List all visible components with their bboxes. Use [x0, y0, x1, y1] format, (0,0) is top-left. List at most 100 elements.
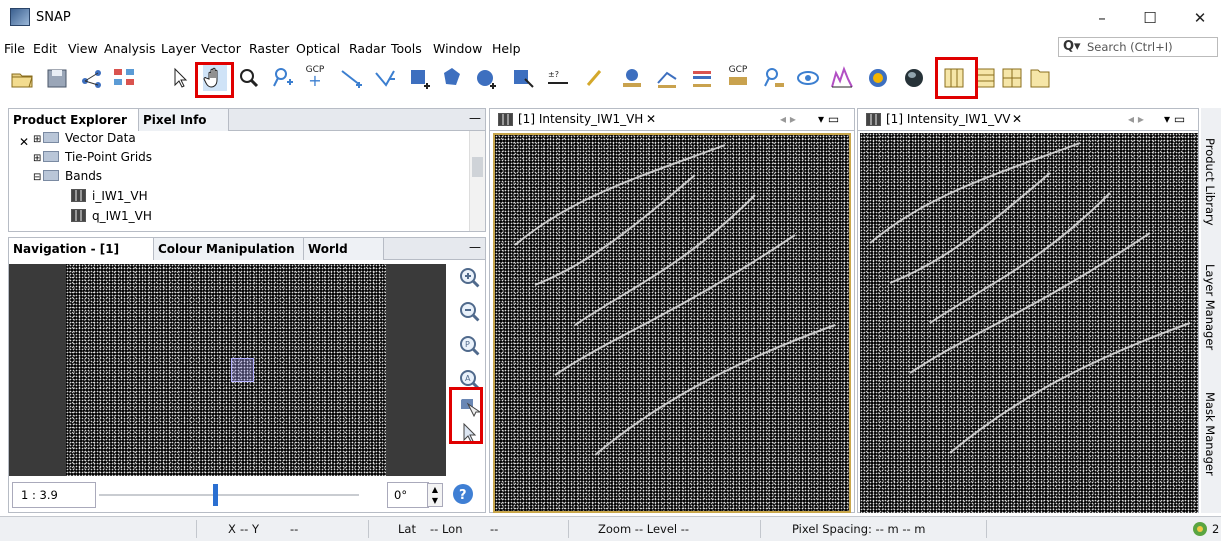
draw-polyline-icon[interactable] — [374, 65, 398, 91]
menu-view[interactable]: View — [68, 41, 98, 56]
overview-eye-icon[interactable] — [796, 65, 820, 91]
close-product-explorer-icon[interactable]: ✕ — [19, 135, 29, 149]
status-x-label: X — [228, 522, 236, 536]
tree-item-vector-data[interactable]: ⊞ Vector Data — [33, 131, 136, 145]
graph-builder-icon[interactable] — [80, 65, 104, 91]
sidebar-mask-manager[interactable]: Mask Manager — [1203, 392, 1217, 476]
close-window-button[interactable]: ✕ — [1185, 6, 1215, 30]
image-view-vh-tab[interactable]: [1] Intensity_IW1_VH ✕ ◂ ▸ ▾ ▭ — [490, 109, 854, 131]
tree-item-band-q[interactable]: q_IW1_VH — [71, 209, 152, 223]
tab-pixel-info[interactable]: Pixel Info — [139, 109, 229, 131]
notification-icon[interactable] — [1192, 521, 1208, 537]
draw-polygon-icon[interactable] — [440, 65, 464, 91]
rotation-spinner[interactable]: ▲ ▼ — [427, 483, 443, 507]
open-folder-icon — [43, 170, 59, 181]
menu-edit[interactable]: Edit — [33, 41, 57, 56]
zoom-out-icon[interactable] — [458, 300, 482, 324]
navigation-tabs: Navigation - [1] In... ✕ Colour Manipula… — [9, 238, 485, 278]
status-lat-value: -- Lon — [430, 522, 463, 536]
draw-ellipse-icon[interactable] — [474, 65, 498, 91]
visible-area-box[interactable] — [231, 358, 254, 382]
globe-icon[interactable] — [902, 65, 926, 91]
tile-grid-icon[interactable] — [1000, 65, 1024, 91]
gcp-tool-icon[interactable]: GCP + — [303, 65, 327, 91]
histogram-icon[interactable] — [830, 65, 854, 91]
pin-placing-icon[interactable] — [762, 65, 786, 91]
product-explorer-scrollbar[interactable] — [469, 131, 485, 231]
tree-item-band-i[interactable]: i_IW1_VH — [71, 189, 148, 203]
menu-optical[interactable]: Optical — [296, 41, 340, 56]
range-finder-icon[interactable]: ±? — [546, 65, 570, 91]
zoom-in-icon[interactable] — [458, 266, 482, 290]
zoom-slider-thumb[interactable] — [213, 484, 219, 506]
status-separator — [368, 520, 369, 538]
status-separator — [568, 520, 569, 538]
menu-window[interactable]: Window — [433, 41, 482, 56]
zoom-pixel-icon[interactable]: P — [458, 334, 482, 358]
menu-file[interactable]: File — [4, 41, 25, 56]
search-input[interactable]: Search (Ctrl+I) — [1087, 40, 1173, 54]
menu-help[interactable]: Help — [492, 41, 521, 56]
zoom-tool-icon[interactable] — [237, 65, 261, 91]
rotation-field[interactable]: 0° — [387, 482, 429, 508]
minimize-window-button[interactable]: – — [1087, 6, 1117, 30]
window-title: SNAP — [36, 10, 71, 25]
svg-text:?: ? — [459, 488, 467, 503]
draw-rectangle-icon[interactable] — [408, 65, 432, 91]
menu-radar[interactable]: Radar — [349, 41, 386, 56]
status-bar: X -- Y -- Lat -- Lon -- Zoom -- Level --… — [0, 516, 1221, 541]
highlight-sync-buttons — [449, 387, 483, 444]
help-icon[interactable]: ? — [452, 483, 474, 505]
sidebar-product-library[interactable]: Product Library — [1203, 138, 1217, 226]
menu-analysis[interactable]: Analysis — [104, 41, 156, 56]
tab-colour-manipulation[interactable]: Colour Manipulation ... — [154, 238, 304, 278]
scroll-tabs-icon[interactable]: ◂ ▸ — [1128, 112, 1144, 126]
band-icon — [498, 113, 513, 126]
minimize-product-explorer-icon[interactable]: — — [469, 111, 481, 125]
sar-image-vh[interactable] — [493, 133, 851, 513]
band-icon — [71, 189, 86, 202]
mask-area-icon[interactable] — [655, 65, 679, 91]
batch-processing-icon[interactable] — [112, 65, 136, 91]
menu-raster[interactable]: Raster — [249, 41, 289, 56]
scrollbar-thumb[interactable] — [472, 157, 483, 177]
save-product-icon[interactable] — [45, 65, 69, 91]
tab-product-explorer[interactable]: Product Explorer ✕ — [9, 109, 139, 149]
zoom-scale-field[interactable]: 1 : 3.9 — [12, 482, 96, 508]
svg-text:±?: ±? — [548, 70, 559, 79]
close-image-view-vh-icon[interactable]: ✕ — [646, 112, 656, 126]
search-box[interactable]: Q▾ Search (Ctrl+I) — [1058, 37, 1218, 57]
minimize-navigation-icon[interactable]: — — [469, 240, 481, 254]
world-map-icon[interactable] — [866, 65, 890, 91]
image-view-vv-tab[interactable]: [1] Intensity_IW1_VV ✕ ◂ ▸ ▾ ▭ — [858, 109, 1198, 131]
spectrum-view-icon[interactable] — [690, 65, 714, 91]
menu-layer[interactable]: Layer — [161, 41, 196, 56]
magic-wand-icon[interactable] — [511, 65, 535, 91]
menu-tools[interactable]: Tools — [391, 41, 422, 56]
scroll-tabs-icon[interactable]: ◂ ▸ — [780, 112, 796, 126]
close-image-view-vv-icon[interactable]: ✕ — [1012, 112, 1022, 126]
search-icon[interactable]: Q▾ — [1063, 39, 1081, 54]
menu-vector[interactable]: Vector — [201, 41, 241, 56]
maximize-window-button[interactable]: ☐ — [1135, 6, 1165, 30]
open-product-icon[interactable] — [10, 65, 34, 91]
tab-navigation[interactable]: Navigation - [1] In... ✕ — [9, 238, 154, 278]
select-tool-icon[interactable] — [168, 65, 192, 91]
tile-single-icon[interactable] — [1028, 65, 1052, 91]
sidebar-layer-manager[interactable]: Layer Manager — [1203, 264, 1217, 350]
navigation-overview[interactable] — [9, 264, 446, 476]
draw-line-icon[interactable] — [340, 65, 364, 91]
tree-item-label: i_IW1_VH — [92, 189, 148, 203]
sar-image-vv[interactable] — [860, 133, 1198, 513]
pin-tool-icon[interactable] — [271, 65, 295, 91]
view-menu-icon[interactable]: ▾ ▭ — [818, 112, 839, 126]
view-menu-icon[interactable]: ▾ ▭ — [1164, 112, 1185, 126]
range-line-icon[interactable] — [582, 65, 606, 91]
tab-world-view[interactable]: World View — [304, 238, 384, 278]
pin-manager-icon[interactable] — [620, 65, 644, 91]
tree-item-tie-point-grids[interactable]: ⊞ Tie-Point Grids — [33, 150, 152, 164]
zoom-slider-track[interactable] — [99, 494, 359, 496]
tree-item-bands[interactable]: ⊟ Bands — [33, 169, 102, 183]
gcp-manager-icon[interactable]: GCP — [726, 65, 750, 91]
status-zoom: Zoom -- Level -- — [598, 522, 690, 536]
